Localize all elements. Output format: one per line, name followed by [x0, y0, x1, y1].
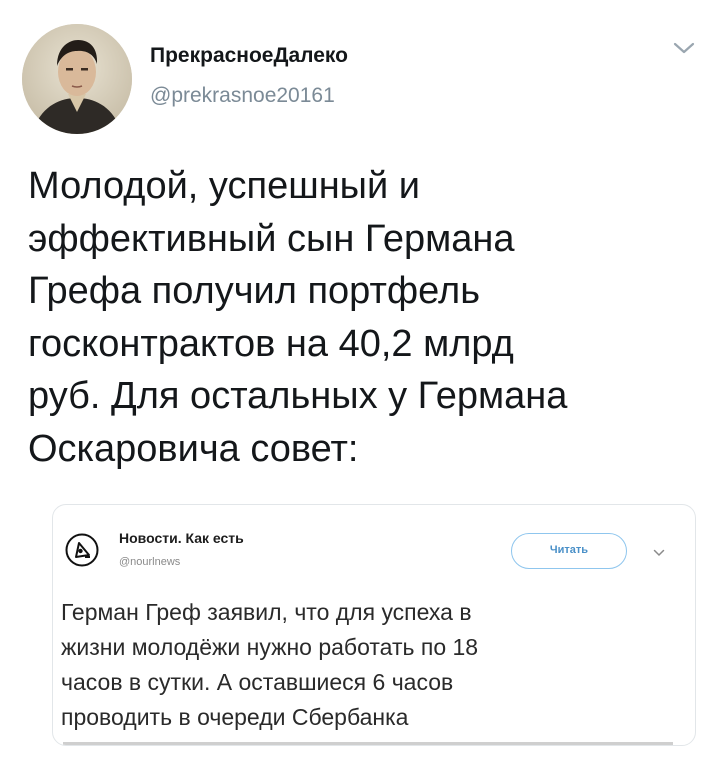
- news-logo-icon: [65, 533, 99, 567]
- tweet-text-line: Оскаровича совет:: [28, 427, 359, 470]
- quoted-bottom-divider: [63, 742, 673, 745]
- quoted-text-line: жизни молодёжи нужно работать по 18: [61, 634, 479, 660]
- quoted-handle[interactable]: @nourlnews: [119, 556, 180, 568]
- tweet-text-line: госконтрактов на 40,2 млрд: [28, 322, 514, 365]
- avatar[interactable]: [22, 24, 132, 134]
- quoted-text-line: проводить в очереди Сбербанка: [61, 704, 409, 730]
- author-display-name[interactable]: ПрекрасноеДалеко: [150, 44, 348, 68]
- quoted-text-line: Герман Греф заявил, что для успеха в: [61, 599, 472, 625]
- quoted-text-line: часов в сутки. А оставшиеся 6 часов: [61, 669, 454, 695]
- quoted-text: Герман Греф заявил, что для успеха в жиз…: [61, 595, 681, 735]
- tweet-text-line: Молодой, успешный и: [28, 165, 421, 207]
- tweet-text: Молодой, успешный и эффективный сын Герм…: [28, 160, 698, 475]
- tweet-text-line: эффективный сын Германа: [28, 217, 515, 260]
- tweet-text-line: руб. Для остальных у Германа: [28, 375, 568, 417]
- portrait-avatar-icon: [22, 24, 132, 134]
- quoted-display-name[interactable]: Новости. Как есть: [119, 530, 244, 546]
- author-handle[interactable]: @prekrasnoe20161: [150, 84, 335, 108]
- chevron-down-icon[interactable]: [672, 40, 696, 56]
- follow-button[interactable]: Читать: [511, 533, 627, 569]
- quoted-tweet[interactable]: Новости. Как есть @nourlnews Читать Герм…: [52, 504, 696, 746]
- chevron-down-icon[interactable]: [653, 549, 665, 557]
- tweet-text-line: Грефа получил портфель: [28, 270, 480, 312]
